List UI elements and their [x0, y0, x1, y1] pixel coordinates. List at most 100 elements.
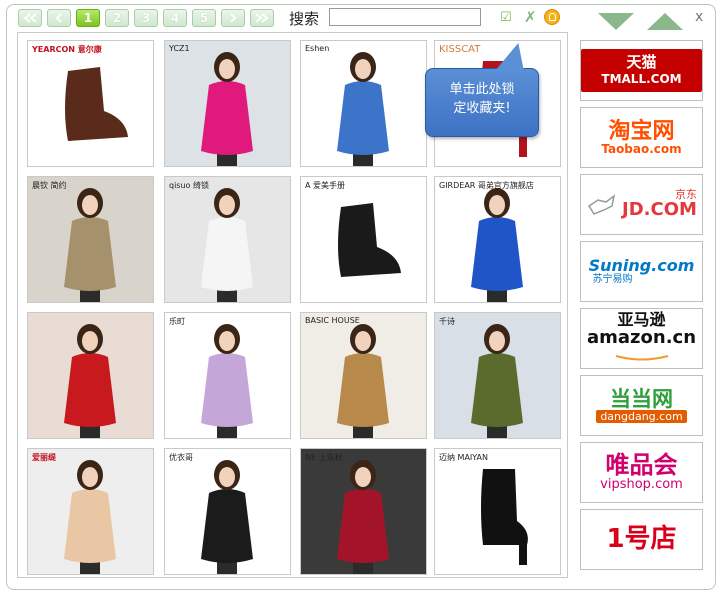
product-card[interactable]: 迈纳 MAIYAN — [434, 448, 561, 575]
product-brand: YEARCON 意尔康 — [32, 45, 102, 54]
taobao-logo: 淘宝网 Taobao.com — [601, 120, 681, 156]
left-arrow-icon — [55, 13, 62, 23]
product-brand: NE 上东秋 — [305, 453, 343, 462]
tooltip-line-1: 单击此处锁 — [449, 82, 515, 97]
product-card[interactable]: BASIC HOUSE — [300, 312, 427, 439]
site-link-yhd[interactable]: 1号店 — [580, 509, 703, 570]
vipshop-logo-cn: 唯品会 — [605, 451, 678, 480]
taobao-logo-en: Taobao.com — [601, 141, 682, 156]
last-page-button[interactable] — [250, 9, 274, 27]
first-page-button[interactable] — [18, 9, 42, 27]
product-image — [165, 449, 290, 574]
amazon-smile-icon — [615, 354, 668, 361]
x-icon[interactable]: ✗ — [524, 8, 537, 26]
product-card[interactable]: Eshen — [300, 40, 427, 167]
double-right-arrow-icon — [255, 13, 269, 23]
tooltip-line-2: 定收藏夹! — [453, 101, 511, 116]
product-brand: 优衣哥 — [169, 453, 193, 462]
right-arrow-icon — [230, 13, 237, 23]
product-brand: BASIC HOUSE — [305, 316, 360, 325]
amazon-logo-en: amazon.cn — [586, 327, 697, 349]
product-image — [165, 313, 290, 438]
site-link-jd[interactable]: 京东 JD.COM — [580, 174, 703, 235]
page-button-3[interactable]: 3 — [134, 9, 158, 27]
next-page-button[interactable] — [221, 9, 245, 27]
site-link-suning[interactable]: Suning.com 苏宁易购 — [580, 241, 703, 302]
amazon-logo: 亚马逊 amazon.cn — [586, 311, 697, 364]
product-image — [301, 41, 426, 166]
suning-logo: Suning.com 苏宁易购 — [588, 255, 695, 285]
product-brand: A 爱美手册 — [305, 181, 346, 190]
jd-logo-en: JD.COM — [622, 198, 697, 220]
product-card[interactable]: YCZ1 — [164, 40, 291, 167]
tmall-logo-en: TMALL.COM — [601, 71, 682, 86]
product-card[interactable]: GIRDEAR 哥弟官方旗舰店 — [434, 176, 561, 303]
jd-logo: 京东 JD.COM — [586, 189, 697, 219]
product-card[interactable]: 千诗 — [434, 312, 561, 439]
product-card[interactable] — [27, 312, 154, 439]
double-left-arrow-icon — [23, 13, 37, 23]
site-link-tmall[interactable]: 天猫 TMALL.COM — [580, 40, 703, 101]
product-card[interactable]: NE 上东秋 — [300, 448, 427, 575]
search-input[interactable] — [329, 8, 481, 26]
close-button[interactable]: x — [695, 9, 703, 25]
product-image — [435, 313, 560, 438]
product-image — [435, 177, 560, 302]
yhd-logo-cn: 1号店 — [606, 523, 677, 554]
pager: 1 2 3 4 5 — [18, 9, 274, 29]
site-link-taobao[interactable]: 淘宝网 Taobao.com — [580, 107, 703, 168]
page-button-1[interactable]: 1 — [76, 9, 100, 27]
suning-logo-cn: 苏宁易购 — [592, 273, 633, 285]
product-card[interactable]: YEARCON 意尔康 — [27, 40, 154, 167]
product-image — [28, 313, 153, 438]
up-triangle-icon[interactable] — [647, 13, 683, 30]
lock-icon[interactable] — [544, 9, 560, 25]
product-card[interactable]: qisuo 绮锁 — [164, 176, 291, 303]
product-brand: GIRDEAR 哥弟官方旗舰店 — [439, 181, 534, 190]
page-button-4[interactable]: 4 — [163, 9, 187, 27]
tmall-logo: 天猫 TMALL.COM — [581, 48, 702, 93]
product-brand: qisuo 绮锁 — [169, 181, 209, 190]
suning-logo-en: Suning.com — [588, 255, 695, 275]
product-brand: 晨钦 简约 — [32, 181, 67, 190]
product-image — [301, 177, 426, 302]
page-button-5[interactable]: 5 — [192, 9, 216, 27]
site-link-amazon[interactable]: 亚马逊 amazon.cn — [580, 308, 703, 369]
product-card[interactable]: 乐町 — [164, 312, 291, 439]
product-brand: KISSCAT — [439, 44, 481, 55]
yhd-logo: 1号店 — [606, 523, 677, 554]
product-image — [435, 449, 560, 574]
product-image — [165, 177, 290, 302]
dangdang-logo-en: dangdang.com — [596, 409, 687, 424]
tmall-logo-cn: 天猫 — [626, 52, 657, 71]
product-image — [165, 41, 290, 166]
product-brand: 迈纳 MAIYAN — [439, 453, 488, 462]
product-card[interactable]: 爱丽缇 — [27, 448, 154, 575]
shopping-site-list: 天猫 TMALL.COM 淘宝网 Taobao.com 京东 JD.COM Su… — [580, 40, 703, 576]
product-image — [28, 177, 153, 302]
product-brand: 乐町 — [169, 317, 185, 326]
product-image — [301, 449, 426, 574]
search-label: 搜索 — [289, 10, 320, 28]
site-link-dangdang[interactable]: 当当网 dangdang.com — [580, 375, 703, 436]
prev-page-button[interactable] — [47, 9, 71, 27]
product-brand: 爱丽缇 — [32, 453, 56, 462]
product-brand: 千诗 — [439, 317, 455, 326]
page-button-2[interactable]: 2 — [105, 9, 129, 27]
product-image — [28, 449, 153, 574]
dangdang-logo: 当当网 dangdang.com — [596, 388, 687, 424]
vipshop-logo: 唯品会 vipshop.com — [600, 451, 683, 493]
product-image — [28, 41, 153, 166]
product-card[interactable]: A 爱美手册 — [300, 176, 427, 303]
jd-dog-icon — [588, 193, 616, 215]
product-card[interactable]: 优衣哥 — [164, 448, 291, 575]
product-image — [301, 313, 426, 438]
vipshop-logo-en: vipshop.com — [600, 477, 683, 493]
lock-tooltip: 单击此处锁 定收藏夹! — [425, 68, 539, 137]
check-icon[interactable]: ☑ — [500, 10, 512, 25]
down-triangle-icon[interactable] — [598, 13, 634, 30]
product-brand: Eshen — [305, 44, 330, 53]
product-brand: YCZ1 — [169, 44, 190, 53]
site-link-vipshop[interactable]: 唯品会 vipshop.com — [580, 442, 703, 503]
product-card[interactable]: 晨钦 简约 — [27, 176, 154, 303]
